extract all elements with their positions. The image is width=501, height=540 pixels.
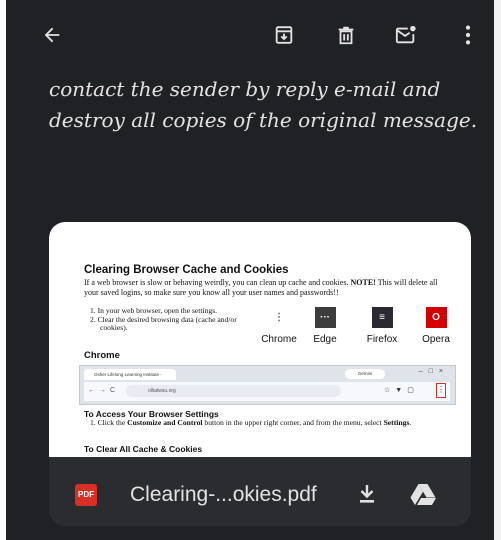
edge-menu-icon: ··· (314, 307, 336, 328)
arrow-left-icon (44, 27, 60, 43)
back-button[interactable] (36, 19, 68, 51)
extensions-icon: ☆▼▢ (384, 387, 419, 394)
pdf-file-icon: PDF (75, 484, 97, 506)
browser-screenshot: Osher Lifelong Learning Institute - Gemi… (79, 365, 456, 405)
more-options-button[interactable] (452, 19, 484, 51)
doc-step: 1. Click the Customize and Control butto… (84, 418, 452, 428)
download-button[interactable] (351, 478, 383, 510)
email-body-line: destroy all copies of the original messa… (49, 108, 478, 132)
opera-logo-icon: O (425, 307, 447, 328)
attachment-card[interactable]: Clearing Browser Cache and Cookies If a … (49, 222, 471, 526)
google-drive-icon (410, 484, 436, 505)
doc-step-bold: Settings (383, 418, 410, 427)
doc-section-chrome: Chrome (84, 350, 120, 361)
mark-unread-icon (395, 25, 416, 44)
email-view: contact the sender by reply e-mail and d… (6, 0, 494, 540)
customize-menu-icon: ⋮ (436, 383, 446, 398)
archive-icon (275, 26, 293, 44)
doc-title: Clearing Browser Cache and Cookies (84, 264, 289, 276)
doc-step-text: button in the upper right corner, and fr… (202, 418, 384, 427)
chrome-menu-icon: ⋮ (274, 312, 284, 323)
save-to-drive-button[interactable] (407, 478, 439, 510)
mark-unread-button[interactable] (390, 19, 422, 51)
doc-intro: If a web browser is slow or behaving wei… (84, 278, 454, 297)
doc-section-clear: To Clear All Cache & Cookies (84, 444, 203, 454)
attachment-preview[interactable]: Clearing Browser Cache and Cookies If a … (49, 222, 471, 457)
browser-name: Firefox (366, 334, 398, 345)
email-body: contact the sender by reply e-mail and d… (49, 74, 479, 136)
attachment-footer: PDF Clearing-...okies.pdf (49, 457, 471, 526)
download-icon (360, 485, 374, 503)
window-controls-icon: –□× (418, 368, 449, 375)
delete-button[interactable] (330, 19, 362, 51)
screenshot-gemini: Gemini (345, 369, 385, 379)
doc-step-text: 1. Click the (90, 418, 128, 427)
attachment-file-name[interactable]: Clearing-...okies.pdf (130, 479, 317, 511)
trash-icon (338, 26, 354, 45)
doc-step-text: . (409, 418, 412, 427)
doc-intro-text: If a web browser is slow or behaving wei… (84, 278, 351, 287)
browser-name: Edge (313, 334, 337, 345)
browser-edge: ··· Edge (302, 307, 348, 346)
screenshot-tab: Osher Lifelong Learning Institute - (84, 369, 176, 380)
browser-list: ⋮ Chrome ··· Edge ≡ Firefox O Opera (256, 307, 461, 355)
more-vert-icon (465, 25, 471, 45)
email-body-line: contact the sender by reply e-mail and (49, 77, 441, 101)
doc-step-bold: Customize and Control (127, 418, 203, 427)
firefox-menu-icon: ≡ (371, 307, 393, 328)
pdf-page: Clearing Browser Cache and Cookies If a … (79, 263, 456, 454)
browser-name: Opera (422, 334, 450, 345)
screenshot-toolbar: ←→C olliatwsu.org ☆▼▢ ⋮ (84, 382, 450, 401)
nav-arrows-icon: ←→C (88, 387, 120, 394)
window-edge (494, 0, 501, 540)
doc-intro-note: NOTE! (350, 278, 376, 287)
browser-chrome: ⋮ Chrome (256, 307, 302, 346)
archive-button[interactable] (268, 19, 300, 51)
browser-opera: O Opera (413, 307, 459, 346)
doc-step: 2. Clear the desired browsing data (cach… (90, 314, 237, 333)
browser-firefox: ≡ Firefox (359, 307, 405, 346)
browser-name: Chrome (261, 334, 297, 345)
screenshot-url: olliatwsu.org (126, 385, 341, 397)
doc-steps: 1. In your web browser, open the setting… (84, 306, 254, 333)
